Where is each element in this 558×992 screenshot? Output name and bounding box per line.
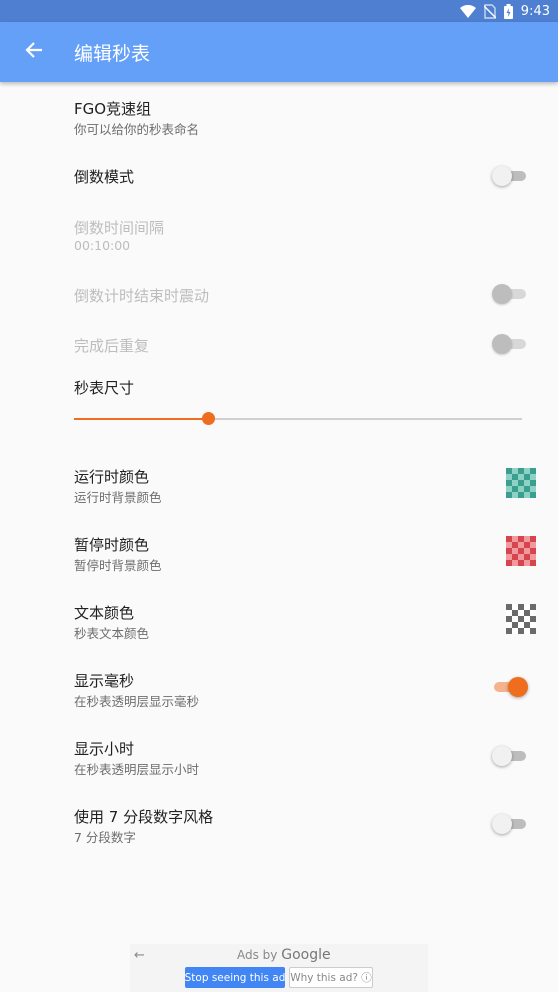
status-bar: 9:43 [0,0,558,22]
text-color-swatch[interactable] [506,604,536,634]
setting-seven-segment[interactable]: 使用 7 分段数字风格 7 分段数字 [0,796,558,862]
show-millis-switch[interactable] [494,677,528,697]
ad-banner: ← Ads by Google Stop seeing this ad Why … [130,944,428,992]
setting-title: 显示小时 [74,740,135,758]
why-this-ad-button[interactable]: Why this ad? ⓘ [289,967,373,988]
setting-title: 运行时颜色 [74,468,150,486]
setting-show-hours[interactable]: 显示小时 在秒表透明层显示小时 [0,728,558,794]
setting-stopwatch-size: 秒表尺寸 [0,370,558,440]
wifi-icon [459,4,476,18]
back-button[interactable] [18,36,50,68]
stopwatch-size-slider[interactable] [74,412,522,425]
swatch-cell [530,492,536,498]
setting-name[interactable]: FGO竞速组 你可以给你的秒表命名 [0,86,558,146]
countdown-vibrate-switch[interactable] [492,284,526,304]
switch-thumb [492,814,512,834]
switch-thumb [492,746,512,766]
setting-title: 秒表尺寸 [74,379,135,397]
switch-thumb [492,334,512,354]
status-icons: 9:43 [459,2,550,20]
seven-segment-switch[interactable] [492,814,526,834]
ad-label: Ads by Google [237,947,331,963]
setting-title: 倒数模式 [74,168,135,186]
switch-thumb [508,677,528,697]
setting-repeat-after-finish[interactable]: 完成后重复 [0,320,558,370]
ad-back-arrow-icon[interactable]: ← [134,948,145,963]
no-sim-icon [483,3,496,19]
switch-thumb [492,166,512,186]
setting-value: 00:10:00 [74,238,131,253]
google-logo: Google [281,947,331,963]
setting-show-millis[interactable]: 显示毫秒 在秒表透明层显示毫秒 [0,660,558,726]
switch-thumb [492,284,512,304]
paused-color-swatch[interactable] [506,536,536,566]
swatch-cell [530,560,536,566]
repeat-after-finish-switch[interactable] [492,334,526,354]
setting-title: FGO竞速组 [74,100,152,118]
setting-countdown-mode[interactable]: 倒数模式 [0,146,558,204]
setting-title: 文本颜色 [74,604,135,622]
app-bar: 编辑秒表 [0,22,558,82]
setting-title: 倒数计时结束时震动 [74,287,210,305]
setting-subtitle: 7 分段数字 [74,830,136,845]
setting-subtitle: 在秒表透明层显示小时 [74,762,200,777]
stop-seeing-ad-button[interactable]: Stop seeing this ad [185,967,285,988]
setting-title: 倒数时间间隔 [74,219,165,237]
running-color-swatch[interactable] [506,468,536,498]
show-hours-switch[interactable] [492,746,526,766]
countdown-mode-switch[interactable] [492,166,526,186]
setting-running-color[interactable]: 运行时颜色 运行时背景颜色 [0,456,558,522]
setting-title: 暂停时颜色 [74,536,150,554]
battery-charging-icon [503,3,513,19]
setting-subtitle: 运行时背景颜色 [74,490,162,505]
setting-title: 使用 7 分段数字风格 [74,808,214,826]
page-title: 编辑秒表 [74,43,151,65]
setting-text-color[interactable]: 文本颜色 秒表文本颜色 [0,592,558,658]
setting-title: 完成后重复 [74,337,150,355]
setting-subtitle: 秒表文本颜色 [74,626,150,641]
setting-countdown-vibrate[interactable]: 倒数计时结束时震动 [0,270,558,320]
setting-title: 显示毫秒 [74,672,135,690]
setting-countdown-interval[interactable]: 倒数时间间隔 00:10:00 [0,206,558,266]
swatch-cell [530,628,536,634]
arrow-back-icon [25,41,43,63]
setting-subtitle: 你可以给你的秒表命名 [74,122,200,137]
setting-subtitle: 在秒表透明层显示毫秒 [74,694,200,709]
setting-paused-color[interactable]: 暂停时颜色 暂停时背景颜色 [0,524,558,590]
status-time: 9:43 [520,3,550,19]
setting-subtitle: 暂停时背景颜色 [74,558,162,573]
slider-fill [74,418,209,420]
